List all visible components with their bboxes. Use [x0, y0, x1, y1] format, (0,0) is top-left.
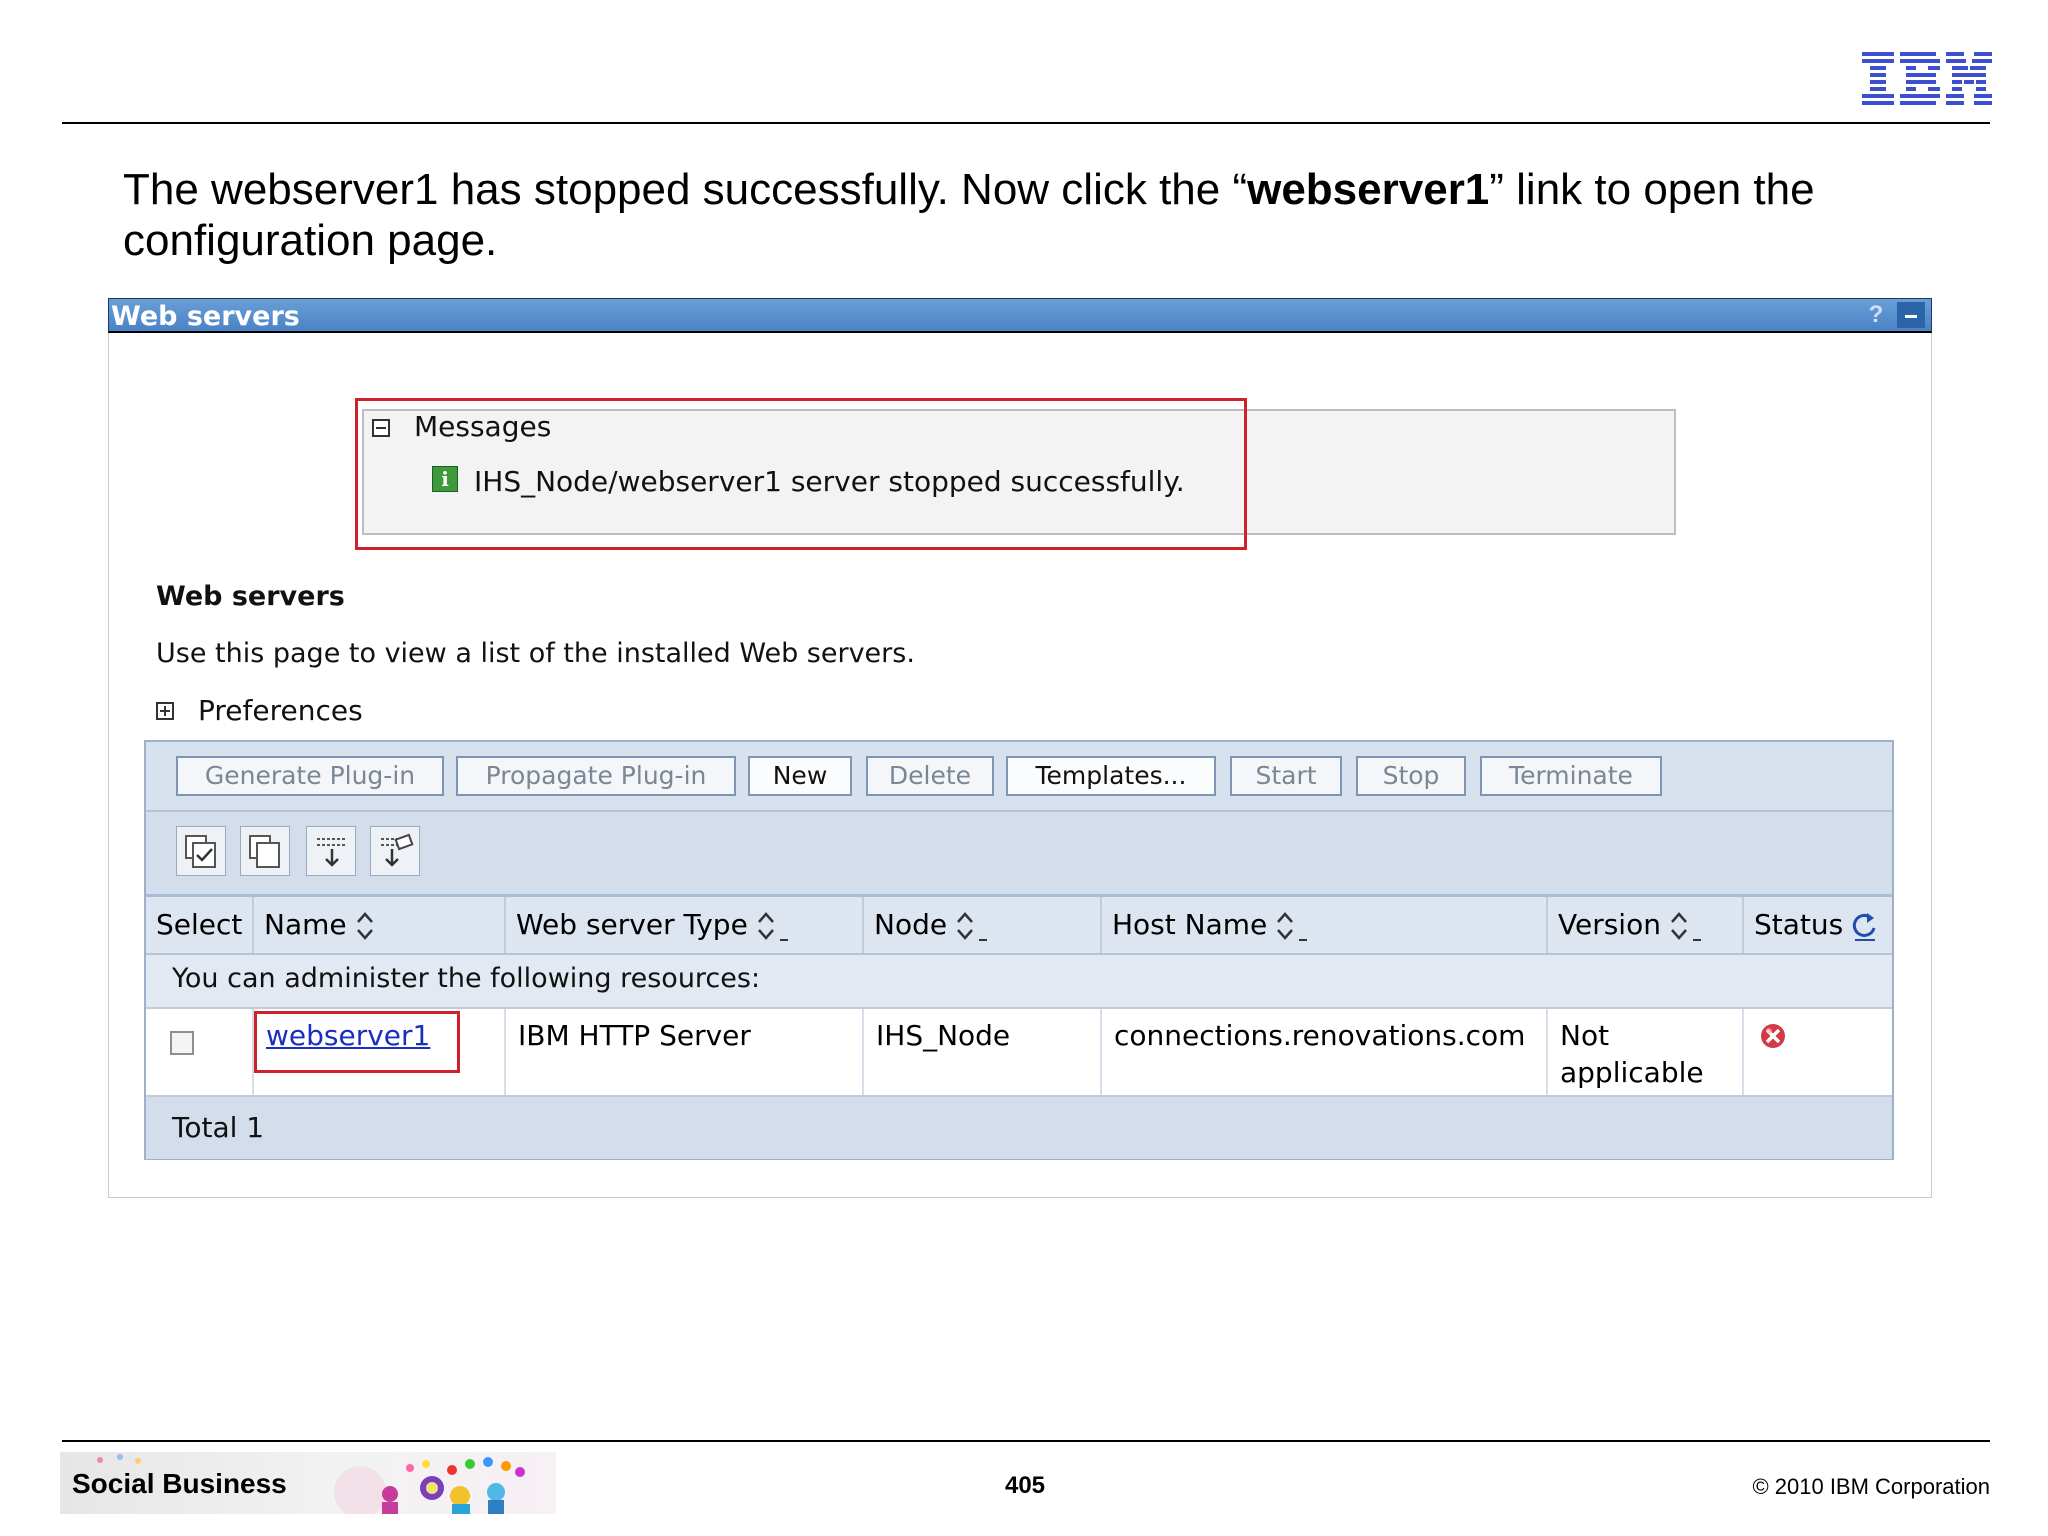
type-cell: IBM HTTP Server — [506, 1009, 864, 1095]
instruction-bold: webserver1 — [1247, 165, 1490, 214]
bottom-rule — [62, 1440, 1990, 1442]
column-header-version[interactable]: Version — [1548, 897, 1744, 953]
select-all-icon[interactable] — [176, 826, 226, 876]
column-header-name[interactable]: Name — [254, 897, 506, 953]
column-header-label: Name — [264, 908, 347, 941]
node-cell: IHS_Node — [864, 1009, 1102, 1095]
admin-info-row: You can administer the following resourc… — [146, 955, 1892, 1009]
status-cell — [1744, 1009, 1892, 1095]
table-header-row: Select Name Web server Type Node Host Na… — [146, 897, 1892, 955]
table-total-row: Total 1 — [146, 1097, 1892, 1159]
column-header-node[interactable]: Node — [864, 897, 1102, 953]
messages-highlight-box — [355, 398, 1247, 550]
stopped-status-icon — [1761, 1024, 1785, 1048]
link-highlight-box — [254, 1011, 460, 1073]
icon-toolbar — [146, 812, 1892, 897]
templates-button[interactable]: Templates... — [1006, 756, 1216, 796]
column-header-type[interactable]: Web server Type — [506, 897, 864, 953]
column-header-host[interactable]: Host Name — [1102, 897, 1548, 953]
column-header-label: Node — [874, 908, 948, 941]
version-cell: Not applicable — [1548, 1009, 1744, 1095]
generate-plugin-button[interactable]: Generate Plug-in — [176, 756, 444, 796]
top-rule — [62, 122, 1990, 124]
row-checkbox[interactable] — [170, 1031, 194, 1055]
portlet-titlebar: Web servers ? — [108, 298, 1932, 333]
show-filter-icon[interactable] — [306, 826, 356, 876]
instruction-prefix: The webserver1 has stopped successfully.… — [123, 165, 1248, 214]
footer-brand: Social Business — [72, 1468, 287, 1499]
new-button[interactable]: New — [748, 756, 852, 796]
preferences-link[interactable]: Preferences — [198, 694, 363, 727]
social-business-banner: Social Business — [60, 1452, 556, 1514]
ibm-logo — [1862, 52, 1992, 105]
button-bar: Generate Plug-in Propagate Plug-in New D… — [146, 742, 1892, 812]
refresh-icon[interactable] — [1851, 910, 1879, 942]
stop-button[interactable]: Stop — [1356, 756, 1466, 796]
deselect-all-icon[interactable] — [240, 826, 290, 876]
sort-icon[interactable] — [756, 910, 790, 942]
column-header-select: Select — [146, 897, 254, 953]
page-heading: Web servers — [156, 581, 345, 612]
minimize-icon[interactable] — [1897, 302, 1925, 328]
sort-icon[interactable] — [1669, 910, 1703, 942]
column-header-status: Status — [1744, 897, 1892, 953]
web-servers-table: Generate Plug-in Propagate Plug-in New D… — [144, 740, 1894, 1160]
copyright: © 2010 IBM Corporation — [1752, 1474, 1990, 1499]
column-header-label: Host Name — [1112, 908, 1268, 941]
propagate-plugin-button[interactable]: Propagate Plug-in — [456, 756, 736, 796]
expand-icon[interactable] — [156, 702, 174, 720]
select-cell — [146, 1009, 254, 1095]
clear-filter-icon[interactable] — [370, 826, 420, 876]
sort-icon[interactable] — [955, 910, 989, 942]
column-header-label: Version — [1558, 908, 1661, 941]
sort-icon[interactable] — [1275, 910, 1309, 942]
sort-icon[interactable] — [355, 910, 375, 942]
host-cell: connections.renovations.com — [1102, 1009, 1548, 1095]
column-header-label: Web server Type — [516, 908, 748, 941]
column-header-label: Status — [1754, 908, 1844, 941]
page-number: 405 — [1004, 1472, 1046, 1499]
admin-info-text: You can administer the following resourc… — [172, 963, 761, 994]
portlet-title: Web servers — [111, 301, 300, 332]
start-button[interactable]: Start — [1230, 756, 1342, 796]
column-header-label: Select — [156, 908, 243, 941]
terminate-button[interactable]: Terminate — [1480, 756, 1662, 796]
total-count: Total 1 — [172, 1111, 265, 1144]
page-description: Use this page to view a list of the inst… — [156, 638, 915, 669]
delete-button[interactable]: Delete — [866, 756, 994, 796]
instruction-text: The webserver1 has stopped successfully.… — [123, 164, 1963, 266]
help-icon[interactable]: ? — [1865, 302, 1887, 328]
